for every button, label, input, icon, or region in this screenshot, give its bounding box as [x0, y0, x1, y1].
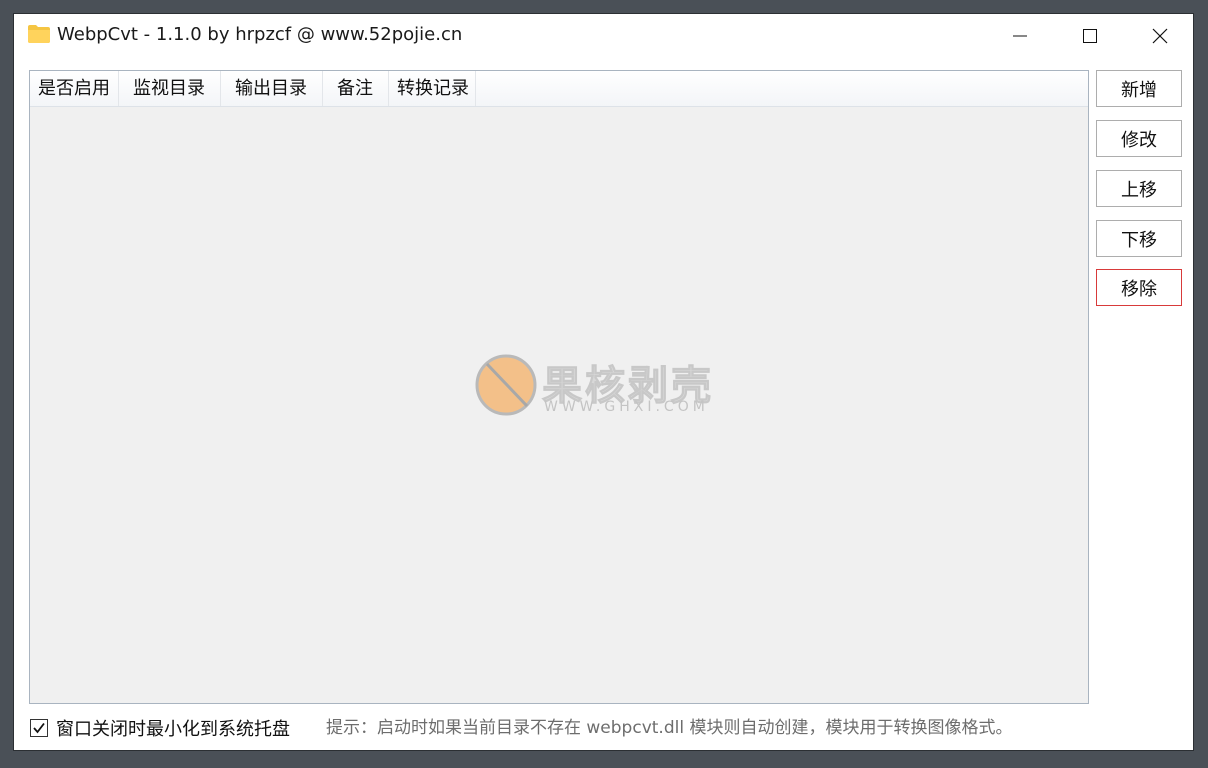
minimize-icon [1013, 35, 1027, 37]
column-header-note[interactable]: 备注 [323, 71, 389, 106]
minimize-button[interactable] [985, 14, 1055, 58]
column-header-watch-dir[interactable]: 监视目录 [119, 71, 221, 106]
watermark-subtitle: WWW.GHXI.COM [544, 399, 709, 415]
app-window: WebpCvt - 1.1.0 by hrpzcf @ www.52pojie.… [13, 13, 1194, 751]
column-header-enabled[interactable]: 是否启用 [30, 71, 119, 106]
window-title: WebpCvt - 1.1.0 by hrpzcf @ www.52pojie.… [57, 24, 463, 45]
remove-button[interactable]: 移除 [1096, 269, 1182, 306]
close-button[interactable] [1125, 14, 1195, 58]
close-icon [1152, 28, 1168, 44]
minimize-to-tray-checkbox[interactable] [30, 719, 48, 737]
maximize-icon [1083, 29, 1097, 43]
hint-text: 提示：启动时如果当前目录不存在 webpcvt.dll 模块则自动创建，模块用于… [326, 718, 1013, 738]
column-header-filler [476, 71, 1088, 106]
list-header: 是否启用 监视目录 输出目录 备注 转换记录 [30, 71, 1088, 107]
minimize-to-tray-option[interactable]: 窗口关闭时最小化到系统托盘 [30, 715, 290, 741]
watermark: 果核剥壳 WWW.GHXI.COM [474, 353, 744, 423]
watermark-logo-icon [475, 354, 537, 416]
directory-list[interactable]: 是否启用 监视目录 输出目录 备注 转换记录 果核剥壳 WWW.GHXI.COM [29, 70, 1089, 704]
folder-icon [28, 25, 50, 43]
maximize-button[interactable] [1055, 14, 1125, 58]
checkmark-icon [33, 722, 45, 734]
minimize-to-tray-label[interactable]: 窗口关闭时最小化到系统托盘 [56, 715, 290, 741]
move-down-button[interactable]: 下移 [1096, 220, 1182, 257]
add-button[interactable]: 新增 [1096, 70, 1182, 107]
edit-button[interactable]: 修改 [1096, 120, 1182, 157]
column-header-output-dir[interactable]: 输出目录 [221, 71, 323, 106]
title-bar[interactable]: WebpCvt - 1.1.0 by hrpzcf @ www.52pojie.… [14, 14, 1193, 58]
move-up-button[interactable]: 上移 [1096, 170, 1182, 207]
column-header-log[interactable]: 转换记录 [389, 71, 476, 106]
